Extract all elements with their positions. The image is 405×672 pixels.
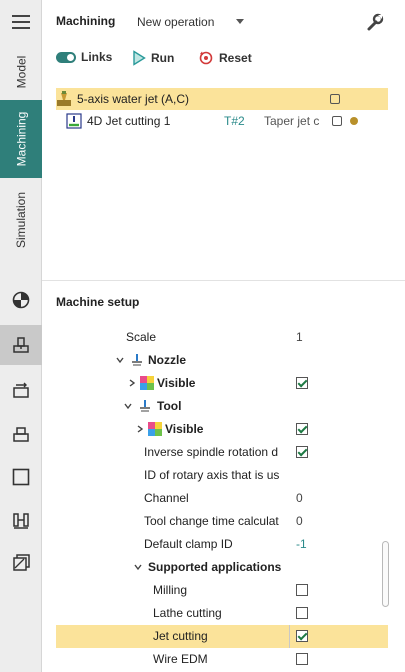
panel-divider: [42, 280, 405, 281]
channel-value[interactable]: 0: [296, 491, 303, 505]
reset-label: Reset: [219, 51, 252, 65]
wire-edm-checkbox[interactable]: [296, 653, 308, 665]
chevron-down-icon[interactable]: [124, 402, 132, 410]
nozzle-icon: [132, 354, 142, 366]
reset-button[interactable]: Reset: [198, 50, 252, 66]
property-row: Channel 0: [144, 491, 303, 505]
tool-icon: [140, 400, 150, 412]
workpiece-icon[interactable]: [11, 424, 31, 444]
vertical-scrollbar[interactable]: [382, 541, 389, 607]
section-title: Machine setup: [56, 295, 140, 309]
visible-checkbox[interactable]: [296, 423, 308, 435]
header-bar: Machining New operation: [42, 0, 405, 44]
tree-node-nozzle[interactable]: Nozzle: [56, 349, 388, 372]
property-row: Wire EDM: [56, 648, 388, 671]
chevron-down-icon[interactable]: [116, 356, 124, 364]
visibility-square-icon[interactable]: [332, 116, 342, 126]
layer-stack-icon[interactable]: [11, 553, 31, 573]
tab-simulation[interactable]: Simulation: [0, 184, 42, 256]
water-jet-machine-icon: [56, 91, 72, 107]
property-row-selected[interactable]: Jet cutting: [56, 625, 388, 648]
property-row: Tool change time calculat 0: [144, 514, 303, 528]
tab-model[interactable]: Model: [0, 44, 42, 100]
color-palette-icon: [140, 376, 154, 390]
reset-icon: [199, 51, 213, 65]
operation-row[interactable]: 5-axis water jet (A,C): [56, 88, 388, 110]
sphere-quadrant-icon[interactable]: [11, 290, 31, 310]
tree-node-tool[interactable]: Tool: [56, 395, 388, 418]
machine-setup-icon[interactable]: [0, 325, 42, 365]
left-sidebar: Model Machining Simulation: [0, 0, 42, 672]
tree-node-visible[interactable]: Visible: [56, 372, 388, 395]
jet-cutting-icon: [66, 113, 82, 129]
stock-transfer-icon[interactable]: [11, 380, 31, 400]
property-row: Inverse spindle rotation d: [56, 441, 388, 464]
operation-tree: 5-axis water jet (A,C) 4D Jet cutting 1 …: [56, 88, 388, 132]
property-row: Default clamp ID -1: [144, 537, 307, 551]
tree-node-visible[interactable]: Visible: [56, 418, 388, 441]
property-row: Lathe cutting: [56, 602, 388, 625]
property-row: ID of rotary axis that is us: [144, 468, 280, 482]
page-title: Machining: [56, 14, 116, 28]
status-dot-icon: [350, 117, 358, 125]
operation-description: Taper jet c: [264, 114, 320, 128]
toggle-switch-icon[interactable]: [56, 51, 76, 63]
tool-change-time-value[interactable]: 0: [296, 514, 303, 528]
scale-value[interactable]: 1: [296, 330, 303, 344]
tree-node-supported-applications[interactable]: Supported applications: [56, 556, 388, 579]
toolbar: Links Run Reset: [42, 44, 405, 74]
run-label: Run: [151, 51, 175, 65]
lathe-cutting-checkbox[interactable]: [296, 607, 308, 619]
play-icon: [133, 50, 146, 66]
chevron-down-icon[interactable]: [236, 19, 244, 24]
visibility-square-icon[interactable]: [330, 94, 340, 104]
milling-checkbox[interactable]: [296, 584, 308, 596]
property-row: Milling: [56, 579, 388, 602]
fixture-clamp-icon[interactable]: [11, 511, 31, 531]
links-toggle[interactable]: Links: [56, 50, 112, 64]
chevron-down-icon[interactable]: [134, 563, 142, 571]
operation-dropdown[interactable]: New operation: [137, 15, 214, 29]
chevron-right-icon[interactable]: [128, 379, 136, 387]
links-label: Links: [81, 50, 113, 64]
chevron-right-icon[interactable]: [136, 425, 144, 433]
property-row-scale: Scale 1: [126, 330, 303, 344]
tool-number: T#2: [224, 114, 245, 128]
wrench-icon[interactable]: [365, 12, 385, 32]
visible-checkbox[interactable]: [296, 377, 308, 389]
run-button[interactable]: Run: [132, 50, 174, 66]
jet-cutting-checkbox[interactable]: [296, 630, 308, 642]
inverse-spindle-checkbox[interactable]: [296, 446, 308, 458]
default-clamp-id-value[interactable]: -1: [296, 537, 307, 551]
operation-row[interactable]: 4D Jet cutting 1 T#2 Taper jet c: [56, 110, 388, 132]
column-separator: [289, 625, 290, 648]
tab-machining[interactable]: Machining: [0, 100, 42, 178]
blank-square-icon[interactable]: [11, 467, 31, 487]
hamburger-menu-icon[interactable]: [12, 15, 30, 29]
color-palette-icon: [148, 422, 162, 436]
